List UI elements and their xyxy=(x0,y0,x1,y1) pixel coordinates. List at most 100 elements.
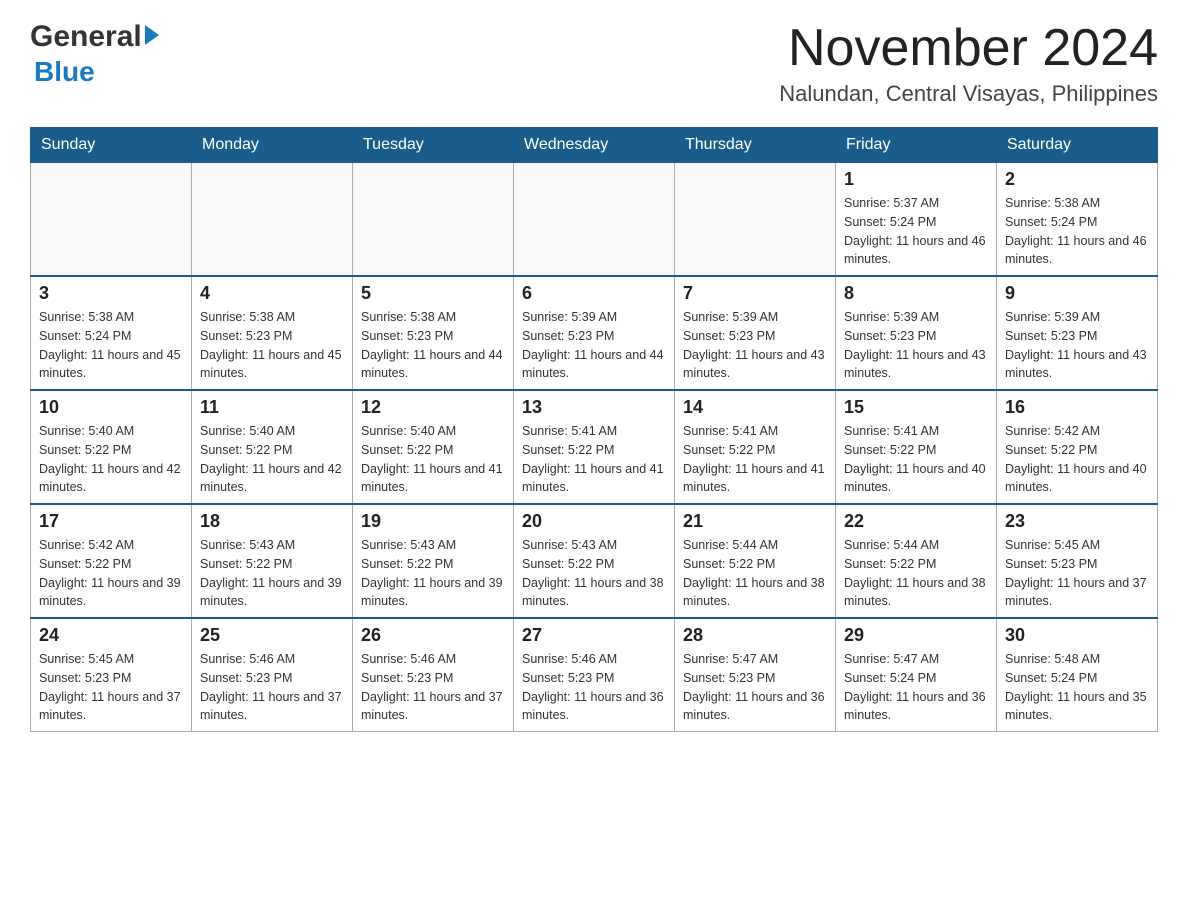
day-info: Sunrise: 5:42 AM Sunset: 5:22 PM Dayligh… xyxy=(1005,422,1149,497)
calendar-cell: 7 Sunrise: 5:39 AM Sunset: 5:23 PM Daylig… xyxy=(675,276,836,390)
day-number: 29 xyxy=(844,625,988,646)
day-info: Sunrise: 5:46 AM Sunset: 5:23 PM Dayligh… xyxy=(522,650,666,725)
day-info: Sunrise: 5:47 AM Sunset: 5:23 PM Dayligh… xyxy=(683,650,827,725)
calendar-cell: 23 Sunrise: 5:45 AM Sunset: 5:23 PM Dayli… xyxy=(997,504,1158,618)
day-info: Sunrise: 5:40 AM Sunset: 5:22 PM Dayligh… xyxy=(39,422,183,497)
day-info: Sunrise: 5:40 AM Sunset: 5:22 PM Dayligh… xyxy=(361,422,505,497)
calendar-cell: 2Sunrise: 5:38 AM Sunset: 5:24 PM Daylig… xyxy=(997,163,1158,277)
calendar-week-row: 1 Sunrise: 5:37 AM Sunset: 5:24 PM Daylig… xyxy=(31,163,1158,277)
calendar-cell: 5 Sunrise: 5:38 AM Sunset: 5:23 PM Daylig… xyxy=(353,276,514,390)
title-section: November 2024 Nalundan, Central Visayas,… xyxy=(779,20,1158,107)
logo-general-text: General xyxy=(30,20,142,54)
calendar-week-row: 10 Sunrise: 5:40 AM Sunset: 5:22 PM Dayli… xyxy=(31,390,1158,504)
calendar-table: SundayMondayTuesdayWednesdayThursdayFrid… xyxy=(30,127,1158,732)
day-number: 10 xyxy=(39,397,183,418)
day-number: 23 xyxy=(1005,511,1149,532)
day-number: 2 xyxy=(1005,169,1149,190)
day-number: 14 xyxy=(683,397,827,418)
calendar-cell: 19Sunrise: 5:43 AM Sunset: 5:22 PM Dayli… xyxy=(353,504,514,618)
calendar-cell: 18 Sunrise: 5:43 AM Sunset: 5:22 PM Dayli… xyxy=(192,504,353,618)
day-info: Sunrise: 5:39 AM Sunset: 5:23 PM Dayligh… xyxy=(522,308,666,383)
calendar-header-monday: Monday xyxy=(192,128,353,163)
calendar-cell xyxy=(675,163,836,277)
day-number: 28 xyxy=(683,625,827,646)
day-number: 19 xyxy=(361,511,505,532)
day-number: 15 xyxy=(844,397,988,418)
day-info: Sunrise: 5:41 AM Sunset: 5:22 PM Dayligh… xyxy=(522,422,666,497)
calendar-cell: 27 Sunrise: 5:46 AM Sunset: 5:23 PM Dayli… xyxy=(514,618,675,732)
calendar-cell: 16Sunrise: 5:42 AM Sunset: 5:22 PM Dayli… xyxy=(997,390,1158,504)
day-number: 8 xyxy=(844,283,988,304)
calendar-header-wednesday: Wednesday xyxy=(514,128,675,163)
day-info: Sunrise: 5:38 AM Sunset: 5:23 PM Dayligh… xyxy=(200,308,344,383)
calendar-cell: 22 Sunrise: 5:44 AM Sunset: 5:22 PM Dayli… xyxy=(836,504,997,618)
day-number: 26 xyxy=(361,625,505,646)
day-info: Sunrise: 5:39 AM Sunset: 5:23 PM Dayligh… xyxy=(683,308,827,383)
day-number: 20 xyxy=(522,511,666,532)
calendar-cell: 20 Sunrise: 5:43 AM Sunset: 5:22 PM Dayli… xyxy=(514,504,675,618)
day-info: Sunrise: 5:47 AM Sunset: 5:24 PM Dayligh… xyxy=(844,650,988,725)
calendar-cell xyxy=(514,163,675,277)
calendar-cell: 11 Sunrise: 5:40 AM Sunset: 5:22 PM Dayli… xyxy=(192,390,353,504)
calendar-cell: 29 Sunrise: 5:47 AM Sunset: 5:24 PM Dayli… xyxy=(836,618,997,732)
calendar-header-sunday: Sunday xyxy=(31,128,192,163)
day-info: Sunrise: 5:43 AM Sunset: 5:22 PM Dayligh… xyxy=(200,536,344,611)
calendar-cell: 17 Sunrise: 5:42 AM Sunset: 5:22 PM Dayli… xyxy=(31,504,192,618)
day-number: 30 xyxy=(1005,625,1149,646)
calendar-header-saturday: Saturday xyxy=(997,128,1158,163)
calendar-week-row: 24 Sunrise: 5:45 AM Sunset: 5:23 PM Dayli… xyxy=(31,618,1158,732)
calendar-cell: 9Sunrise: 5:39 AM Sunset: 5:23 PM Daylig… xyxy=(997,276,1158,390)
day-info: Sunrise: 5:48 AM Sunset: 5:24 PM Dayligh… xyxy=(1005,650,1149,725)
calendar-cell: 24 Sunrise: 5:45 AM Sunset: 5:23 PM Dayli… xyxy=(31,618,192,732)
calendar-cell: 15 Sunrise: 5:41 AM Sunset: 5:22 PM Dayli… xyxy=(836,390,997,504)
calendar-cell: 3Sunrise: 5:38 AM Sunset: 5:24 PM Daylig… xyxy=(31,276,192,390)
day-info: Sunrise: 5:39 AM Sunset: 5:23 PM Dayligh… xyxy=(1005,308,1149,383)
calendar-cell: 1 Sunrise: 5:37 AM Sunset: 5:24 PM Daylig… xyxy=(836,163,997,277)
day-info: Sunrise: 5:45 AM Sunset: 5:23 PM Dayligh… xyxy=(39,650,183,725)
day-info: Sunrise: 5:44 AM Sunset: 5:22 PM Dayligh… xyxy=(844,536,988,611)
day-info: Sunrise: 5:45 AM Sunset: 5:23 PM Dayligh… xyxy=(1005,536,1149,611)
calendar-cell xyxy=(31,163,192,277)
logo-blue-text: Blue xyxy=(34,56,95,88)
month-title: November 2024 xyxy=(779,20,1158,77)
calendar-cell: 6Sunrise: 5:39 AM Sunset: 5:23 PM Daylig… xyxy=(514,276,675,390)
day-number: 25 xyxy=(200,625,344,646)
calendar-cell: 26 Sunrise: 5:46 AM Sunset: 5:23 PM Dayli… xyxy=(353,618,514,732)
day-number: 11 xyxy=(200,397,344,418)
calendar-header-thursday: Thursday xyxy=(675,128,836,163)
logo: General Blue xyxy=(30,20,159,88)
day-number: 27 xyxy=(522,625,666,646)
day-number: 18 xyxy=(200,511,344,532)
day-info: Sunrise: 5:37 AM Sunset: 5:24 PM Dayligh… xyxy=(844,194,988,269)
day-number: 12 xyxy=(361,397,505,418)
calendar-cell: 25 Sunrise: 5:46 AM Sunset: 5:23 PM Dayli… xyxy=(192,618,353,732)
day-info: Sunrise: 5:40 AM Sunset: 5:22 PM Dayligh… xyxy=(200,422,344,497)
calendar-cell: 12 Sunrise: 5:40 AM Sunset: 5:22 PM Dayli… xyxy=(353,390,514,504)
day-number: 1 xyxy=(844,169,988,190)
calendar-week-row: 3Sunrise: 5:38 AM Sunset: 5:24 PM Daylig… xyxy=(31,276,1158,390)
calendar-header-row: SundayMondayTuesdayWednesdayThursdayFrid… xyxy=(31,128,1158,163)
day-number: 5 xyxy=(361,283,505,304)
day-number: 7 xyxy=(683,283,827,304)
logo-arrow-icon xyxy=(145,25,159,45)
day-info: Sunrise: 5:41 AM Sunset: 5:22 PM Dayligh… xyxy=(683,422,827,497)
page-header: General Blue November 2024 Nalundan, Cen… xyxy=(30,20,1158,107)
day-info: Sunrise: 5:46 AM Sunset: 5:23 PM Dayligh… xyxy=(200,650,344,725)
day-info: Sunrise: 5:46 AM Sunset: 5:23 PM Dayligh… xyxy=(361,650,505,725)
day-number: 4 xyxy=(200,283,344,304)
day-number: 22 xyxy=(844,511,988,532)
day-number: 24 xyxy=(39,625,183,646)
day-number: 13 xyxy=(522,397,666,418)
calendar-cell: 10 Sunrise: 5:40 AM Sunset: 5:22 PM Dayli… xyxy=(31,390,192,504)
calendar-cell: 28 Sunrise: 5:47 AM Sunset: 5:23 PM Dayli… xyxy=(675,618,836,732)
calendar-cell: 13 Sunrise: 5:41 AM Sunset: 5:22 PM Dayli… xyxy=(514,390,675,504)
calendar-cell: 14 Sunrise: 5:41 AM Sunset: 5:22 PM Dayli… xyxy=(675,390,836,504)
day-info: Sunrise: 5:43 AM Sunset: 5:22 PM Dayligh… xyxy=(522,536,666,611)
calendar-week-row: 17 Sunrise: 5:42 AM Sunset: 5:22 PM Dayli… xyxy=(31,504,1158,618)
calendar-cell: 21Sunrise: 5:44 AM Sunset: 5:22 PM Dayli… xyxy=(675,504,836,618)
day-info: Sunrise: 5:41 AM Sunset: 5:22 PM Dayligh… xyxy=(844,422,988,497)
day-info: Sunrise: 5:42 AM Sunset: 5:22 PM Dayligh… xyxy=(39,536,183,611)
calendar-cell xyxy=(353,163,514,277)
day-number: 17 xyxy=(39,511,183,532)
day-info: Sunrise: 5:38 AM Sunset: 5:23 PM Dayligh… xyxy=(361,308,505,383)
